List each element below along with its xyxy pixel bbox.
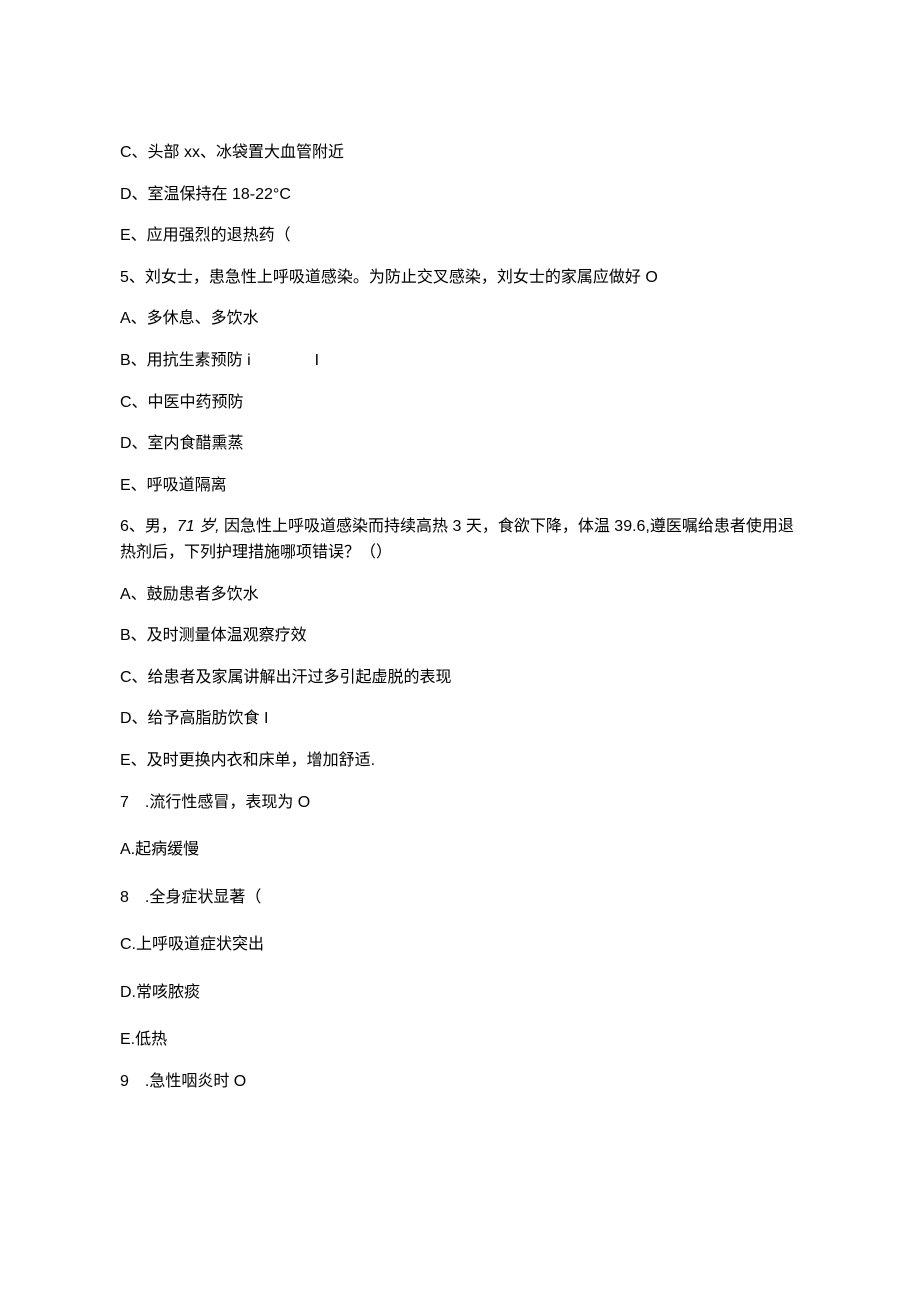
q5-option-a: A、多休息、多饮水 (120, 306, 800, 332)
q6-option-a: A、鼓励患者多饮水 (120, 582, 800, 608)
q6-stem-italic: 71 岁, (177, 518, 220, 535)
q4-option-c: C、头部 xx、冰袋置大血管附近 (120, 140, 800, 166)
q7-option-a: A.起病缓慢 (120, 837, 800, 863)
q5-option-c: C、中医中药预防 (120, 390, 800, 416)
q5-option-e: E、呼吸道隔离 (120, 473, 800, 499)
q6-stem-part2: 因急性上呼吸道感染而持续高热 3 天，食欲下降，体温 39.6,遵医嘱给患者使用… (120, 518, 794, 561)
q9-stem: 9 .急性咽炎时 O (120, 1069, 800, 1095)
q5-stem: 5、刘女士，患急性上呼吸道感染。为防止交叉感染，刘女士的家属应做好 O (120, 265, 800, 291)
q7-option-e: E.低热 (120, 1027, 800, 1053)
q7-option-8: 8 .全身症状显著（ (120, 885, 800, 911)
q6-option-e: E、及时更换内衣和床单，增加舒适. (120, 748, 800, 774)
q5-option-d: D、室内食醋熏蒸 (120, 431, 800, 457)
q6-option-b: B、及时测量体温观察疗效 (120, 623, 800, 649)
q7-stem: 7 .流行性感冒，表现为 O (120, 790, 800, 816)
q4-option-e: E、应用强烈的退热药（ (120, 223, 800, 249)
q6-stem: 6、男，71 岁, 因急性上呼吸道感染而持续高热 3 天，食欲下降，体温 39.… (120, 514, 800, 565)
q6-option-c: C、给患者及家属讲解出汗过多引起虚脱的表现 (120, 665, 800, 691)
q6-stem-part1: 6、男， (120, 518, 177, 535)
q7-option-d: D.常咳脓痰 (120, 980, 800, 1006)
q4-option-d: D、室温保持在 18-22°C (120, 182, 800, 208)
q6-option-d: D、给予高脂肪饮食 I (120, 706, 800, 732)
q7-option-c: C.上呼吸道症状突出 (120, 932, 800, 958)
q5-option-b: B、用抗生素预防 i I (120, 348, 800, 374)
